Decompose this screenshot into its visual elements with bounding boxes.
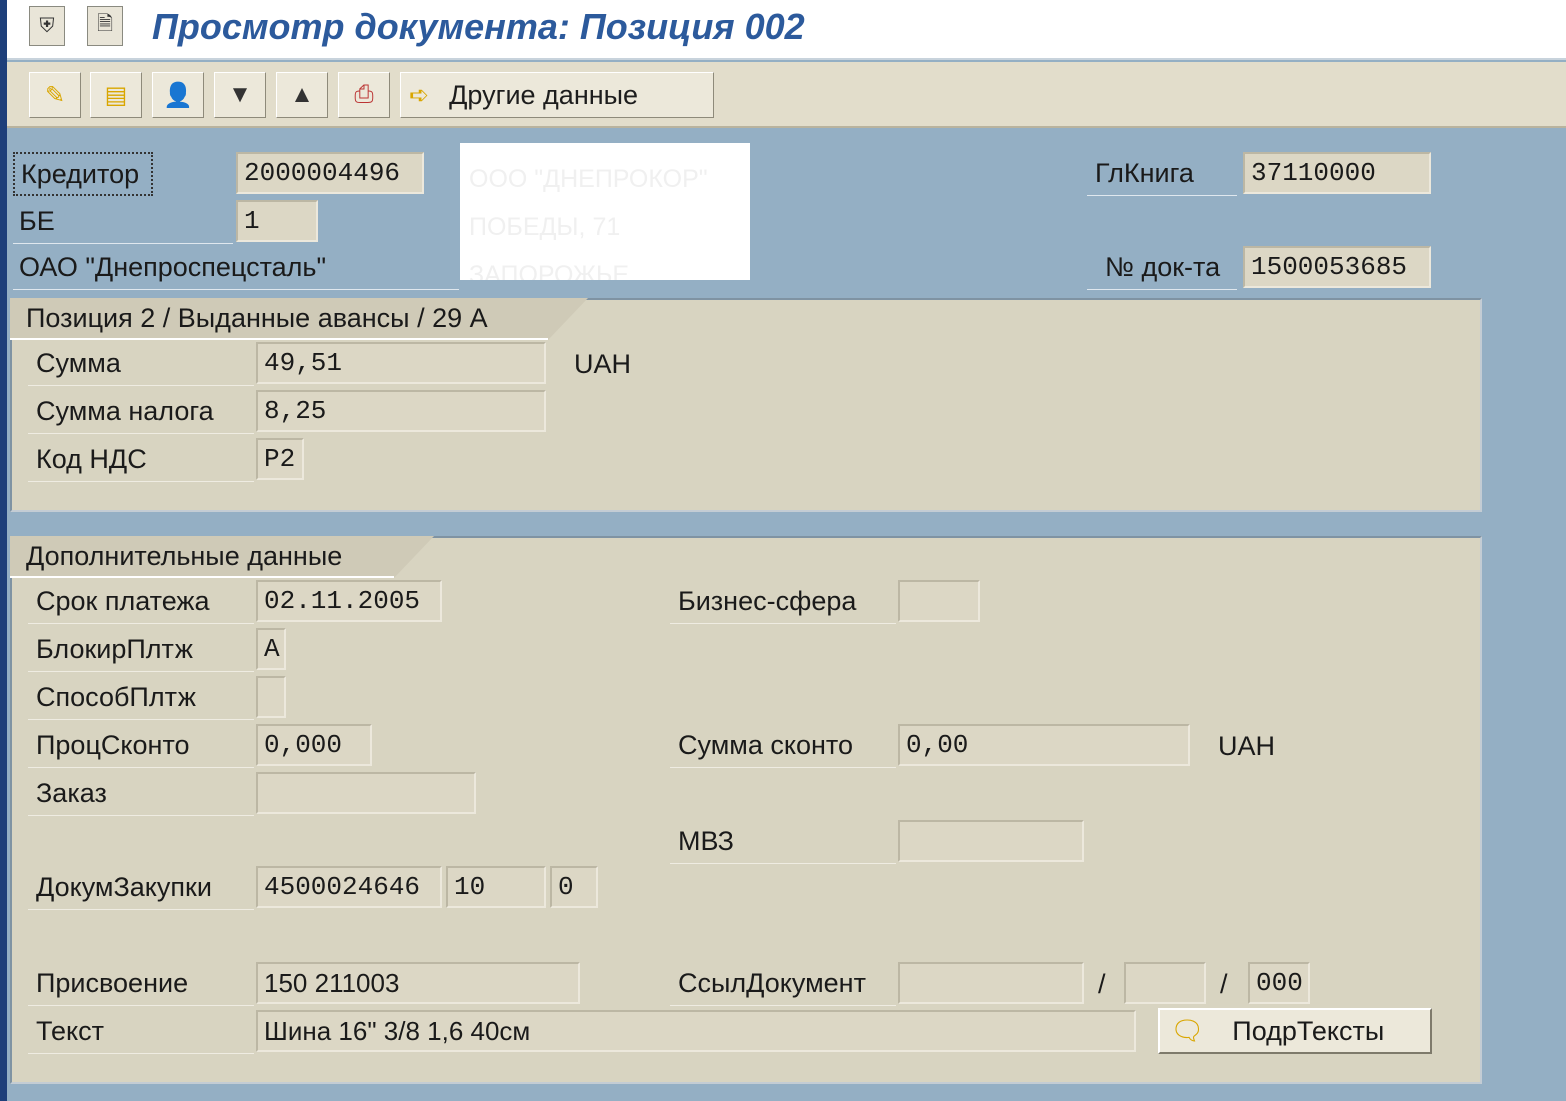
purchase-extra-field[interactable]: 0: [550, 866, 598, 908]
additional-data-group: Дополнительные данные Срок платежа 02.11…: [10, 536, 1482, 1084]
reference-doc-part3-field[interactable]: 000: [1248, 962, 1310, 1004]
system-menu-button[interactable]: 🗎: [87, 6, 123, 46]
address-line-2: ПОБЕДЫ, 71: [469, 213, 621, 241]
payment-method-label: СпособПлтж: [28, 676, 254, 720]
discount-currency: UAH: [1218, 730, 1276, 761]
text-label: Текст: [28, 1010, 254, 1054]
other-data-button[interactable]: ➪ Другие данные: [400, 72, 714, 118]
application-toolbar: ✎ ▤ 👤 ▼ ▲ ⎙ ➪ Другие данные: [7, 62, 1566, 128]
reference-separator-2: /: [1220, 968, 1228, 999]
assignment-field[interactable]: 150 211003: [256, 962, 580, 1004]
document-icon: 🗎: [96, 13, 114, 35]
reference-doc-label: СсылДокумент: [670, 962, 896, 1006]
cost-center-field[interactable]: [898, 820, 1084, 862]
subtexts-button[interactable]: 🗨 ПодрТексты: [1158, 1008, 1432, 1054]
sap-window: ⛨ 🗎 Просмотр документа: Позиция 002 ✎ ▤ …: [7, 0, 1566, 1101]
arrow-right-icon: ➪: [409, 81, 430, 109]
next-item-button[interactable]: ▼: [214, 72, 266, 118]
printer-icon: ⎙: [354, 81, 374, 108]
due-date-label: Срок платежа: [28, 580, 254, 624]
creditor-label[interactable]: Кредитор: [13, 152, 153, 196]
business-area-label: Бизнес-сфера: [670, 580, 896, 624]
order-label: Заказ: [28, 772, 254, 816]
be-field[interactable]: 1: [236, 200, 318, 242]
person-button[interactable]: 👤: [152, 72, 204, 118]
payment-method-field[interactable]: [256, 676, 286, 718]
menu-icon-button[interactable]: ⛨: [29, 6, 65, 46]
due-date-field[interactable]: 02.11.2005: [256, 580, 442, 622]
discount-amount-label: Сумма сконто: [670, 724, 896, 768]
reference-doc-part2-field[interactable]: [1124, 962, 1206, 1004]
discount-percent-field[interactable]: 0,000: [256, 724, 372, 766]
tax-amount-label: Сумма налога: [28, 390, 254, 434]
vat-code-field[interactable]: P2: [256, 438, 304, 480]
company-name: ОАО "Днепроспецсталь": [13, 246, 459, 290]
position-group: Позиция 2 / Выданные авансы / 29 A Сумма…: [10, 298, 1482, 512]
reference-doc-field[interactable]: [898, 962, 1084, 1004]
payment-block-label: БлокирПлтж: [28, 628, 254, 672]
print-button[interactable]: ⎙: [338, 72, 390, 118]
assignment-label: Присвоение: [28, 962, 254, 1006]
pencil-glasses-icon: ✎: [44, 81, 66, 109]
page-title: Просмотр документа: Позиция 002: [152, 6, 805, 47]
purchase-item-field[interactable]: 10: [446, 866, 546, 908]
address-line-3: ЗАПОРОЖЬЕ: [469, 261, 630, 280]
order-field[interactable]: [256, 772, 476, 814]
gl-account-label: ГлКнига: [1087, 152, 1237, 196]
previous-item-button[interactable]: ▲: [276, 72, 328, 118]
creditor-field[interactable]: 2000004496: [236, 152, 424, 194]
address-line-1: ООО "ДНЕПРОКОР": [469, 165, 708, 193]
be-label: БЕ: [13, 200, 233, 244]
payment-block-field[interactable]: A: [256, 628, 286, 670]
person-icon: 👤: [163, 81, 193, 109]
triangle-up-icon: ▲: [290, 81, 314, 108]
purchase-doc-field[interactable]: 4500024646: [256, 866, 442, 908]
subtexts-label: ПодрТексты: [1232, 1015, 1385, 1046]
gl-account-field[interactable]: 37110000: [1243, 152, 1431, 194]
doc-number-label: № док-та: [1087, 246, 1237, 290]
amount-field[interactable]: 49,51: [256, 342, 546, 384]
title-bar: ⛨ 🗎 Просмотр документа: Позиция 002: [7, 0, 1566, 60]
additional-group-title: Дополнительные данные: [10, 536, 434, 578]
position-group-title: Позиция 2 / Выданные авансы / 29 A: [10, 298, 588, 340]
business-area-field[interactable]: [898, 580, 980, 622]
document-header: Кредитор 2000004496 БЕ 1 ОАО "Днепроспец…: [7, 128, 1566, 298]
reference-separator-1: /: [1098, 968, 1106, 999]
amount-currency: UAH: [574, 348, 632, 379]
tax-amount-field[interactable]: 8,25: [256, 390, 546, 432]
purchase-doc-label: ДокумЗакупки: [28, 866, 254, 910]
doc-number-field[interactable]: 1500053685: [1243, 246, 1431, 288]
vendor-address-box: ООО "ДНЕПРОКОР" ПОБЕДЫ, 71 ЗАПОРОЖЬЕ: [460, 143, 750, 280]
vat-code-label: Код НДС: [28, 438, 254, 482]
amount-label: Сумма: [28, 342, 254, 386]
edit-button[interactable]: ✎: [29, 72, 81, 118]
triangle-down-icon: ▼: [228, 81, 252, 108]
other-data-label: Другие данные: [449, 79, 639, 110]
cost-center-label: МВЗ: [670, 820, 896, 864]
document-overview-icon: ▤: [104, 81, 128, 109]
discount-percent-label: ПроцСконто: [28, 724, 254, 768]
discount-amount-field[interactable]: 0,00: [898, 724, 1190, 766]
document-overview-button[interactable]: ▤: [90, 72, 142, 118]
shield-menu-icon: ⛨: [39, 14, 55, 37]
text-field[interactable]: Шина 16" 3/8 1,6 40см: [256, 1010, 1136, 1052]
notes-icon: 🗨: [1170, 1016, 1205, 1046]
